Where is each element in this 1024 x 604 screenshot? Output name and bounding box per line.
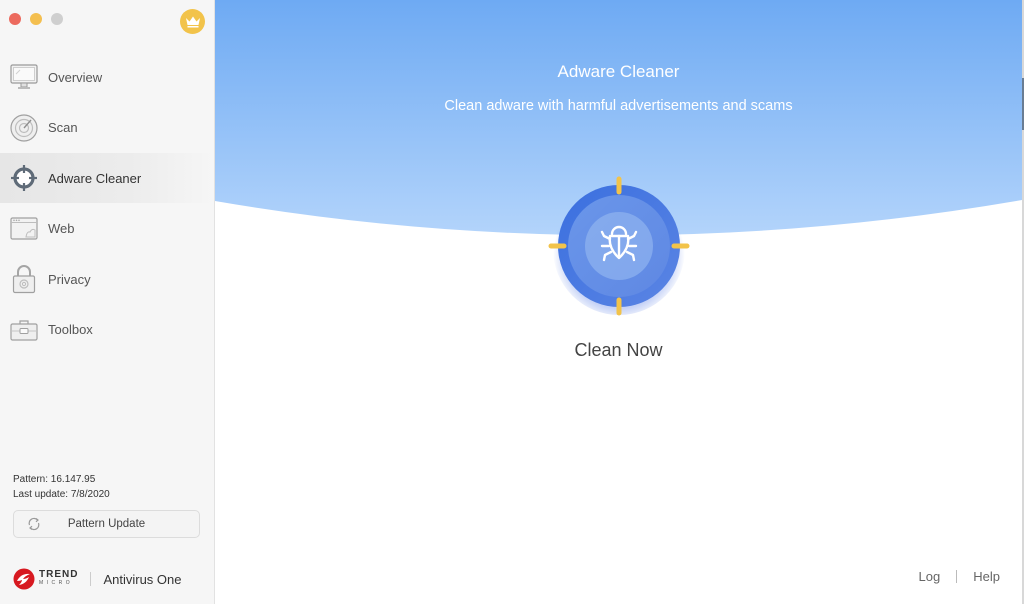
sidebar-item-adware-cleaner[interactable]: Adware Cleaner [0, 153, 214, 203]
sidebar-item-label: Adware Cleaner [48, 170, 142, 186]
sidebar-item-label: Toolbox [48, 322, 93, 337]
padlock-icon [9, 264, 39, 294]
pattern-update-label: Pattern Update [67, 518, 146, 530]
pattern-info: Pattern: 16.147.95 Last update: 7/8/2020 [13, 472, 110, 502]
clean-now-label[interactable]: Clean Now [215, 340, 1022, 361]
help-link[interactable]: Help [973, 569, 1000, 584]
brand-divider [90, 572, 92, 586]
brand-company-line2: MICRO [39, 580, 74, 586]
monitor-icon [9, 62, 39, 92]
sidebar-item-label: Web [48, 221, 75, 236]
sidebar-item-web[interactable]: Web [0, 204, 214, 254]
brand-company-line1: TREND [39, 569, 79, 580]
radar-icon [9, 113, 39, 143]
pattern-update-button[interactable]: Pattern Update [13, 510, 200, 538]
sidebar-item-label: Overview [48, 69, 103, 85]
footer-divider [956, 570, 958, 583]
last-update: Last update: 7/8/2020 [13, 489, 110, 500]
minimize-window-button[interactable] [30, 13, 42, 25]
zoom-window-button[interactable] [51, 13, 63, 25]
sidebar-item-scan[interactable]: Scan [0, 103, 214, 153]
product-name: Antivirus One [103, 571, 182, 587]
pattern-version: Pattern: 16.147.95 [13, 474, 96, 485]
page-subtitle: Clean adware with harmful advertisements… [444, 98, 793, 114]
window-controls [9, 13, 63, 25]
toolbox-icon [9, 315, 39, 345]
page-title: Adware Cleaner [557, 62, 680, 81]
sidebar-nav: Overview Scan Adware Cleaner Web Privacy… [0, 52, 214, 355]
sidebar-item-label: Privacy [48, 271, 91, 287]
footer-links: Log Help [919, 569, 1000, 584]
close-window-button[interactable] [9, 13, 21, 25]
browser-window-icon [9, 214, 39, 244]
sidebar-item-privacy[interactable]: Privacy [0, 254, 214, 304]
main-panel: Adware Cleaner Clean adware with harmful… [215, 0, 1022, 604]
trend-micro-logo-icon [13, 568, 35, 590]
sidebar-item-label: Scan [48, 120, 78, 135]
sidebar-item-overview[interactable]: Overview [0, 52, 214, 102]
premium-crown-button[interactable] [180, 9, 205, 34]
refresh-icon [27, 517, 41, 534]
sidebar: Overview Scan Adware Cleaner Web Privacy… [0, 0, 215, 604]
clean-now-button[interactable] [544, 172, 694, 322]
crown-icon [185, 16, 200, 28]
sidebar-item-toolbox[interactable]: Toolbox [0, 305, 214, 355]
crosshair-icon [9, 163, 39, 193]
brand-footer: TREND MICRO Antivirus One [13, 568, 182, 590]
log-link[interactable]: Log [919, 569, 941, 584]
